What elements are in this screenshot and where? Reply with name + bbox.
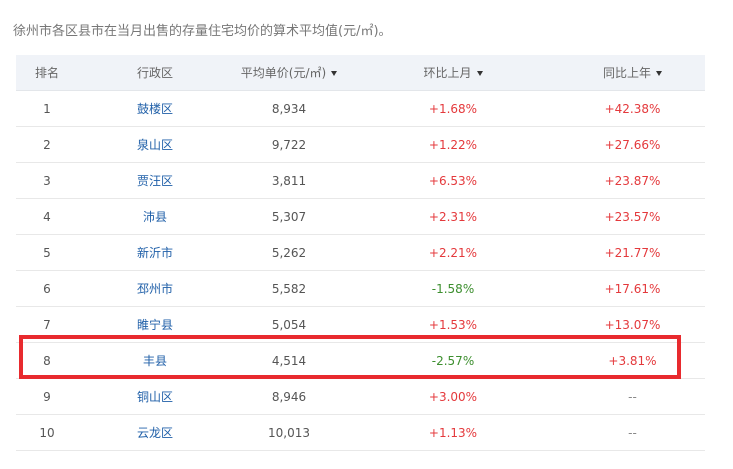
price-cell: 9,722 [271, 137, 307, 152]
price-ranking-table: 排名 行政区 平均单价(元/㎡) 环比上月 同比上年 1 鼓楼区 8,934 +1.6… [16, 55, 705, 451]
mom-change-cell: +6.53% [428, 173, 478, 188]
table-row: 8 丰县 4,514 -2.57% +3.81% [16, 343, 705, 379]
sort-down-caret-icon [331, 71, 338, 76]
rank-cell: 10 [39, 425, 55, 440]
table-row: 9 铜山区 8,946 +3.00% -- [16, 379, 705, 415]
table-header-row: 排名 行政区 平均单价(元/㎡) 环比上月 同比上年 [16, 55, 705, 91]
rank-cell: 4 [43, 209, 51, 224]
district-link[interactable]: 鼓楼区 [78, 100, 232, 117]
yoy-change-cell: +13.07% [604, 317, 661, 332]
price-cell: 5,262 [271, 245, 307, 260]
district-link[interactable]: 沛县 [78, 208, 232, 225]
rank-cell: 8 [43, 353, 51, 368]
price-cell: 8,946 [271, 389, 307, 404]
price-cell: 8,934 [271, 101, 307, 116]
price-cell: 5,582 [271, 281, 307, 296]
table-caption: 徐州市各区县市在当月出售的存量住宅均价的算术平均值(元/㎡)。 [13, 24, 392, 39]
yoy-change-cell: +21.77% [604, 245, 661, 260]
header-mom-label: 环比上月 [423, 66, 472, 80]
district-link[interactable]: 邳州市 [78, 280, 232, 297]
district-link[interactable]: 泉山区 [78, 136, 232, 153]
district-link[interactable]: 贾汪区 [78, 172, 232, 189]
mom-change-cell: +1.22% [428, 137, 478, 152]
header-yoy-sort[interactable]: 同比上年 [560, 64, 705, 81]
yoy-change-cell: +17.61% [604, 281, 661, 296]
mom-change-cell: +2.31% [428, 209, 478, 224]
rank-cell: 7 [43, 317, 51, 332]
district-link[interactable]: 铜山区 [78, 388, 232, 405]
header-rank: 排名 [34, 66, 59, 80]
sort-down-caret-icon [656, 71, 662, 76]
header-price-sort[interactable]: 平均单价(元/㎡) [232, 64, 346, 81]
rank-cell: 1 [43, 101, 51, 116]
district-link[interactable]: 云龙区 [78, 424, 232, 441]
header-price-label: 平均单价(元/㎡) [240, 66, 327, 80]
mom-change-cell: +1.68% [428, 101, 478, 116]
table-row: 1 鼓楼区 8,934 +1.68% +42.38% [16, 91, 705, 127]
district-link[interactable]: 睢宁县 [78, 316, 232, 333]
table-row: 3 贾汪区 3,811 +6.53% +23.87% [16, 163, 705, 199]
table-row: 7 睢宁县 5,054 +1.53% +13.07% [16, 307, 705, 343]
mom-change-cell: +3.00% [428, 389, 478, 404]
price-cell: 3,811 [271, 173, 307, 188]
price-cell: 10,013 [268, 425, 310, 440]
yoy-change-cell: -- [628, 389, 637, 404]
table-row: 2 泉山区 9,722 +1.22% +27.66% [16, 127, 705, 163]
mom-change-cell: +2.21% [428, 245, 478, 260]
mom-change-cell: +1.53% [428, 317, 478, 332]
rank-cell: 3 [43, 173, 51, 188]
yoy-change-cell: +23.57% [604, 209, 661, 224]
rank-cell: 2 [43, 137, 51, 152]
yoy-change-cell: -- [628, 425, 637, 440]
rank-cell: 9 [43, 389, 51, 404]
price-cell: 4,514 [271, 353, 307, 368]
header-mom-sort[interactable]: 环比上月 [346, 64, 560, 81]
table-row: 10 云龙区 10,013 +1.13% -- [16, 415, 705, 451]
price-cell: 5,054 [271, 317, 307, 332]
yoy-change-cell: +23.87% [604, 173, 661, 188]
mom-change-cell: -1.58% [431, 281, 475, 296]
yoy-change-cell: +42.38% [604, 101, 661, 116]
district-link[interactable]: 新沂市 [78, 244, 232, 261]
rank-cell: 6 [43, 281, 51, 296]
mom-change-cell: +1.13% [428, 425, 478, 440]
table-row: 6 邳州市 5,582 -1.58% +17.61% [16, 271, 705, 307]
header-yoy-label: 同比上年 [602, 66, 651, 80]
sort-down-caret-icon [476, 71, 483, 76]
price-cell: 5,307 [271, 209, 307, 224]
mom-change-cell: -2.57% [431, 353, 475, 368]
yoy-change-cell: +3.81% [608, 353, 657, 368]
table-row: 4 沛县 5,307 +2.31% +23.57% [16, 199, 705, 235]
header-district: 行政区 [136, 66, 173, 80]
table-body: 1 鼓楼区 8,934 +1.68% +42.38% 2 泉山区 9,722 +1.22% +27… [16, 91, 705, 451]
district-link[interactable]: 丰县 [78, 352, 232, 369]
table-row: 5 新沂市 5,262 +2.21% +21.77% [16, 235, 705, 271]
rank-cell: 5 [43, 245, 51, 260]
yoy-change-cell: +27.66% [604, 137, 661, 152]
